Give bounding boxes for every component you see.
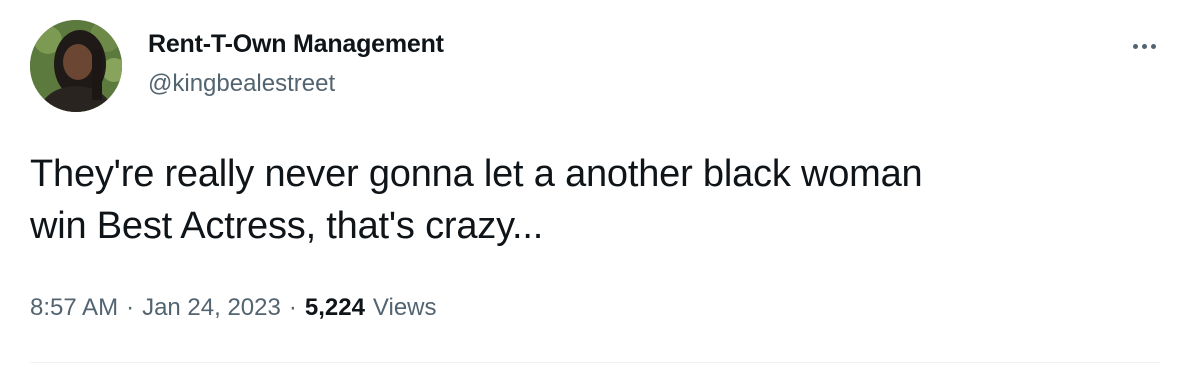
views-count[interactable]: 5,224 [305, 294, 365, 322]
more-horizontal-icon [1132, 43, 1138, 49]
meta-separator: · [126, 294, 135, 321]
more-horizontal-icon-dot [1150, 43, 1156, 49]
meta-separator: · [288, 294, 297, 321]
tweet-card: Rent-T-Own Management @kingbealestreet T… [0, 0, 1193, 367]
tweet-time[interactable]: 8:57 AM [30, 294, 118, 322]
tweet-date[interactable]: Jan 24, 2023 [142, 294, 281, 322]
tweet-text: They're really never gonna let a another… [30, 148, 1150, 252]
more-horizontal-icon-dot [1141, 43, 1147, 49]
divider [30, 362, 1160, 363]
author-display-name[interactable]: Rent-T-Own Management [148, 30, 444, 59]
tweet-text-line: win Best Actress, that's crazy... [30, 205, 544, 247]
tweet-meta: 8:57 AM · Jan 24, 2023 · 5,224 Views [30, 294, 437, 322]
avatar-photo-icon [30, 20, 122, 112]
views-label[interactable]: Views [373, 294, 437, 322]
more-options-button[interactable] [1124, 28, 1164, 64]
author-handle[interactable]: @kingbealestreet [148, 70, 335, 98]
avatar[interactable] [30, 20, 122, 112]
tweet-text-line: They're really never gonna let a another… [30, 153, 923, 195]
